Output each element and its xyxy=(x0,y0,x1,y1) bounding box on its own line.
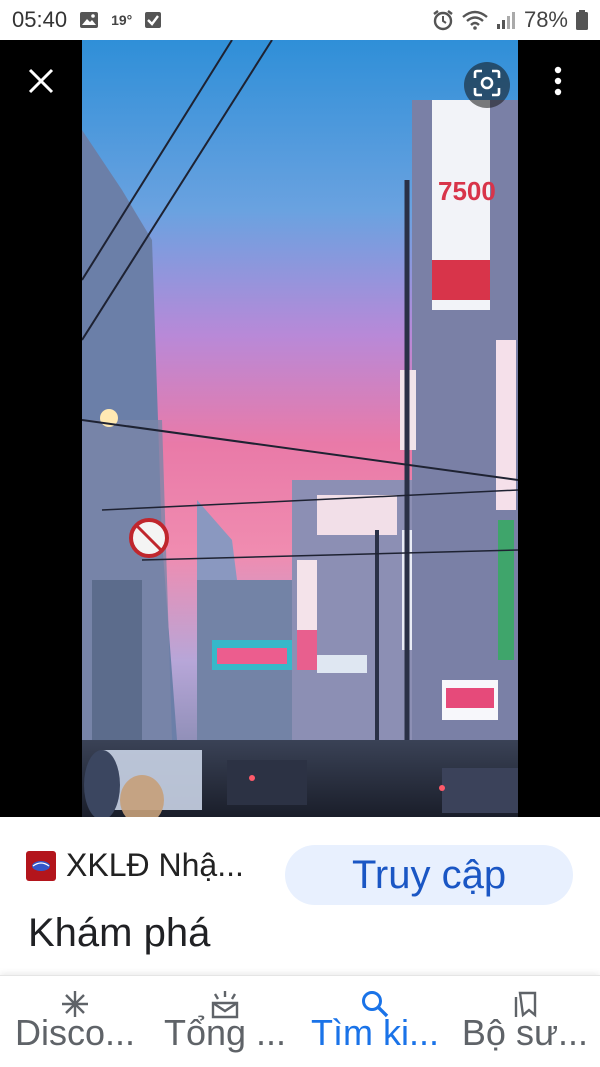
status-temperature: 19° xyxy=(111,12,133,28)
site-name: XKLĐ Nhậ... xyxy=(66,847,244,883)
nav-collections[interactable]: Bộ sư... xyxy=(450,976,600,1067)
battery-icon xyxy=(576,10,588,30)
nav-updates-label: Tổng ... xyxy=(163,1012,287,1053)
site-favicon-icon xyxy=(26,850,56,881)
wifi-icon xyxy=(462,10,488,30)
nav-search[interactable]: Tìm ki... xyxy=(300,976,450,1067)
status-bar: 05:40 19° 78% xyxy=(0,0,600,40)
lens-icon xyxy=(473,69,501,102)
more-options-button[interactable] xyxy=(540,60,576,106)
check-box-icon xyxy=(144,11,162,29)
city-photo[interactable]: 7500 xyxy=(82,40,518,817)
source-link[interactable]: XKLĐ Nhậ... xyxy=(26,847,244,884)
battery-percent: 78% xyxy=(523,7,568,32)
alarm-icon xyxy=(432,9,454,31)
source-panel: XKLĐ Nhậ... Truy cập Khám phá xyxy=(0,817,600,975)
signal-icon xyxy=(496,10,516,30)
nav-collections-label: Bộ sư... xyxy=(461,1012,589,1053)
bottom-nav: Disco... Tổng ... Tìm ki... Bộ sư... xyxy=(0,975,600,1067)
gallery-icon xyxy=(79,11,99,29)
svg-text:7500: 7500 xyxy=(438,176,496,206)
lens-button[interactable] xyxy=(464,62,510,108)
close-button[interactable] xyxy=(18,60,64,106)
image-viewer: 7500 xyxy=(0,40,600,817)
visit-button[interactable]: Truy cập xyxy=(285,845,573,905)
nav-updates[interactable]: Tổng ... xyxy=(150,976,300,1067)
status-time: 05:40 xyxy=(12,7,68,32)
close-icon xyxy=(28,68,54,99)
more-vert-icon xyxy=(554,66,562,101)
image-title[interactable]: Khám phá xyxy=(28,911,210,956)
nav-discover-label: Disco... xyxy=(14,1012,136,1053)
nav-search-label: Tìm ki... xyxy=(311,1012,439,1053)
nav-discover[interactable]: Disco... xyxy=(0,976,150,1067)
